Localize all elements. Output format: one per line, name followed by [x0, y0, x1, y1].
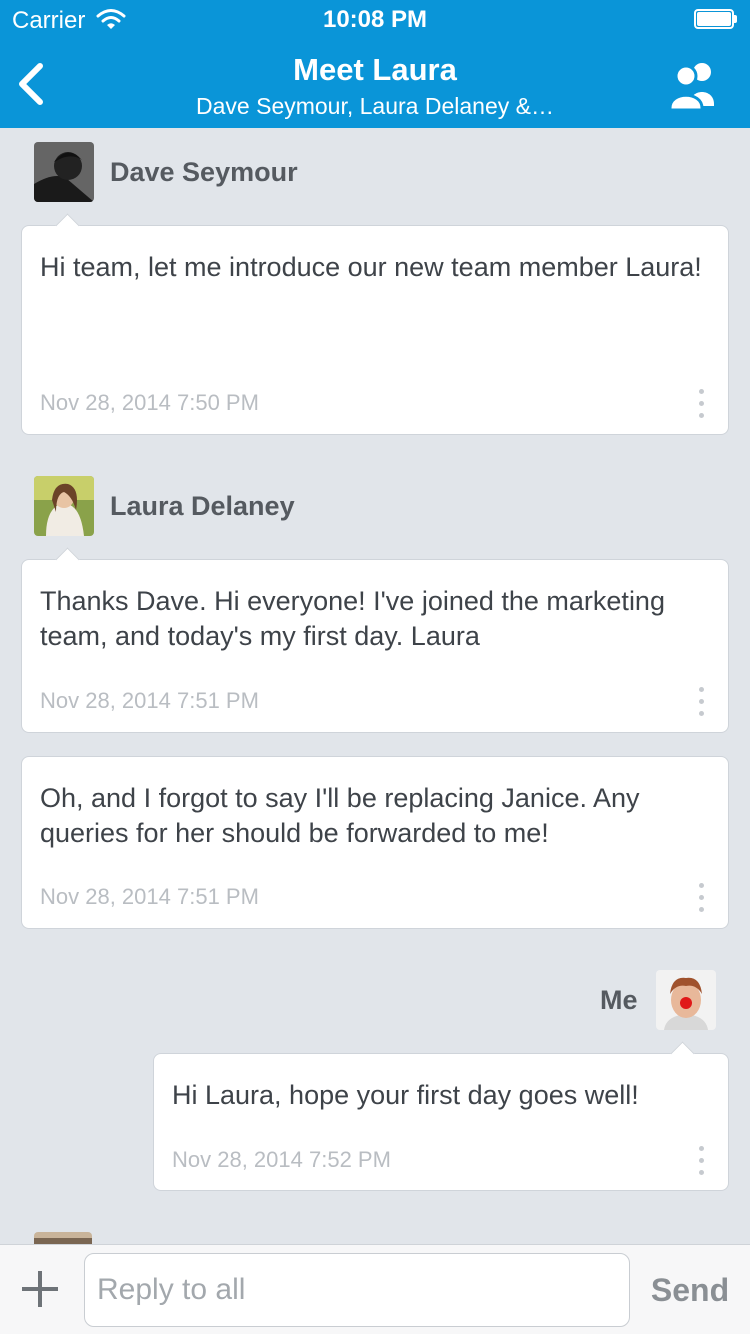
plus-icon	[22, 1271, 58, 1307]
message-text: Oh, and I forgot to say I'll be replacin…	[40, 783, 640, 848]
status-time: 10:08 PM	[322, 6, 428, 33]
send-button[interactable]: Send	[640, 1253, 740, 1327]
message-timestamp: Nov 28, 2014 7:51 PM	[40, 688, 259, 713]
message-text: Hi team, let me introduce our new team m…	[40, 252, 702, 282]
author-name: Me	[600, 985, 638, 1015]
add-attachment-button[interactable]	[18, 1267, 62, 1311]
message-text: Hi Laura, hope your first day goes well!	[172, 1080, 639, 1110]
avatar-me[interactable]	[656, 970, 716, 1030]
author-name: Dave Seymour	[110, 157, 298, 187]
reply-input[interactable]	[84, 1253, 630, 1327]
message-more-button[interactable]	[686, 1143, 716, 1179]
conversation-title: Meet Laura	[293, 52, 457, 87]
author-name: Laura Delaney	[110, 491, 295, 521]
message-timestamp: Nov 28, 2014 7:50 PM	[40, 390, 259, 415]
message-bubble[interactable]: Hi team, let me introduce our new team m…	[21, 213, 729, 435]
nav-header: Carrier 10:08 PM Meet Laura Dave Seymour…	[0, 0, 750, 128]
compose-bar: Send	[0, 1244, 750, 1334]
participants-button[interactable]	[662, 58, 726, 114]
message-bubble[interactable]: Thanks Dave. Hi everyone! I've joined th…	[21, 547, 729, 733]
conversation-participants[interactable]: Dave Seymour, Laura Delaney &…	[0, 92, 750, 120]
message-timestamp: Nov 28, 2014 7:51 PM	[40, 884, 259, 909]
message-timestamp: Nov 28, 2014 7:52 PM	[172, 1147, 391, 1172]
battery-icon	[694, 9, 738, 29]
people-icon	[668, 63, 714, 112]
message-bubble[interactable]: Oh, and I forgot to say I'll be replacin…	[21, 756, 729, 929]
message-more-button[interactable]	[686, 684, 716, 720]
message-bubble[interactable]: Hi Laura, hope your first day goes well!…	[153, 1041, 729, 1191]
message-more-button[interactable]	[686, 386, 716, 422]
message-more-button[interactable]	[686, 880, 716, 916]
message-text: Thanks Dave. Hi everyone! I've joined th…	[40, 586, 665, 651]
avatar-dave-seymour[interactable]	[34, 142, 94, 202]
avatar-laura-delaney[interactable]	[34, 476, 94, 536]
status-bar: Carrier 10:08 PM	[0, 0, 750, 40]
